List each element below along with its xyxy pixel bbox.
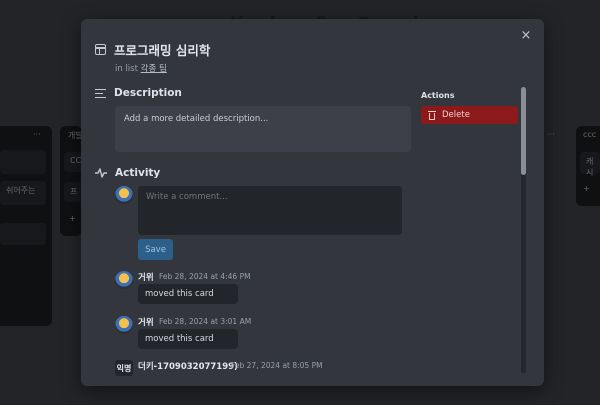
card-title-row: 프로그래밍 심리학: [95, 40, 210, 59]
activity-avatar: [115, 316, 133, 334]
description-field[interactable]: Add a more detailed description...: [115, 106, 411, 152]
activity-author: 더키-1709032077199): [138, 362, 238, 372]
list-link[interactable]: 각종 팀: [141, 64, 167, 74]
delete-label: Delete: [442, 110, 470, 120]
scrollbar-thumb[interactable]: [521, 87, 526, 175]
trash-icon: [428, 110, 436, 120]
description-label: Description: [114, 87, 182, 99]
close-button[interactable]: ×: [518, 27, 534, 43]
activity-avatar: [115, 271, 133, 289]
card-icon: [95, 44, 106, 55]
activity-author: 거위: [138, 318, 154, 328]
activity-icon: [95, 168, 107, 178]
comment-input[interactable]: [138, 186, 402, 235]
activity-message: moved this card: [138, 329, 238, 349]
save-button[interactable]: Save: [138, 239, 173, 260]
activity-date: Feb 28, 2024 at 3:01 AM: [159, 317, 252, 326]
actions-label: Actions: [421, 91, 455, 100]
in-list-prefix: in list: [115, 64, 138, 74]
activity-date: Feb 27, 2024 at 8:05 PM: [231, 361, 323, 370]
activity-author: 거위: [138, 273, 154, 283]
activity-avatar: 익명: [115, 360, 133, 376]
user-avatar: [115, 186, 133, 204]
activity-message: moved this card: [138, 284, 238, 304]
description-header: Description: [95, 87, 182, 99]
card-title[interactable]: 프로그래밍 심리학: [114, 40, 210, 59]
description-icon: [95, 88, 106, 98]
activity-header: Activity: [95, 167, 160, 179]
activity-date: Feb 28, 2024 at 4:46 PM: [159, 272, 251, 281]
in-list-info: in list 각종 팀: [115, 62, 167, 74]
activity-label: Activity: [115, 167, 161, 179]
card-detail-modal: × 프로그래밍 심리학 in list 각종 팀 Description Add…: [81, 19, 544, 386]
scrollbar[interactable]: [521, 87, 526, 373]
delete-button[interactable]: Delete: [421, 106, 518, 124]
